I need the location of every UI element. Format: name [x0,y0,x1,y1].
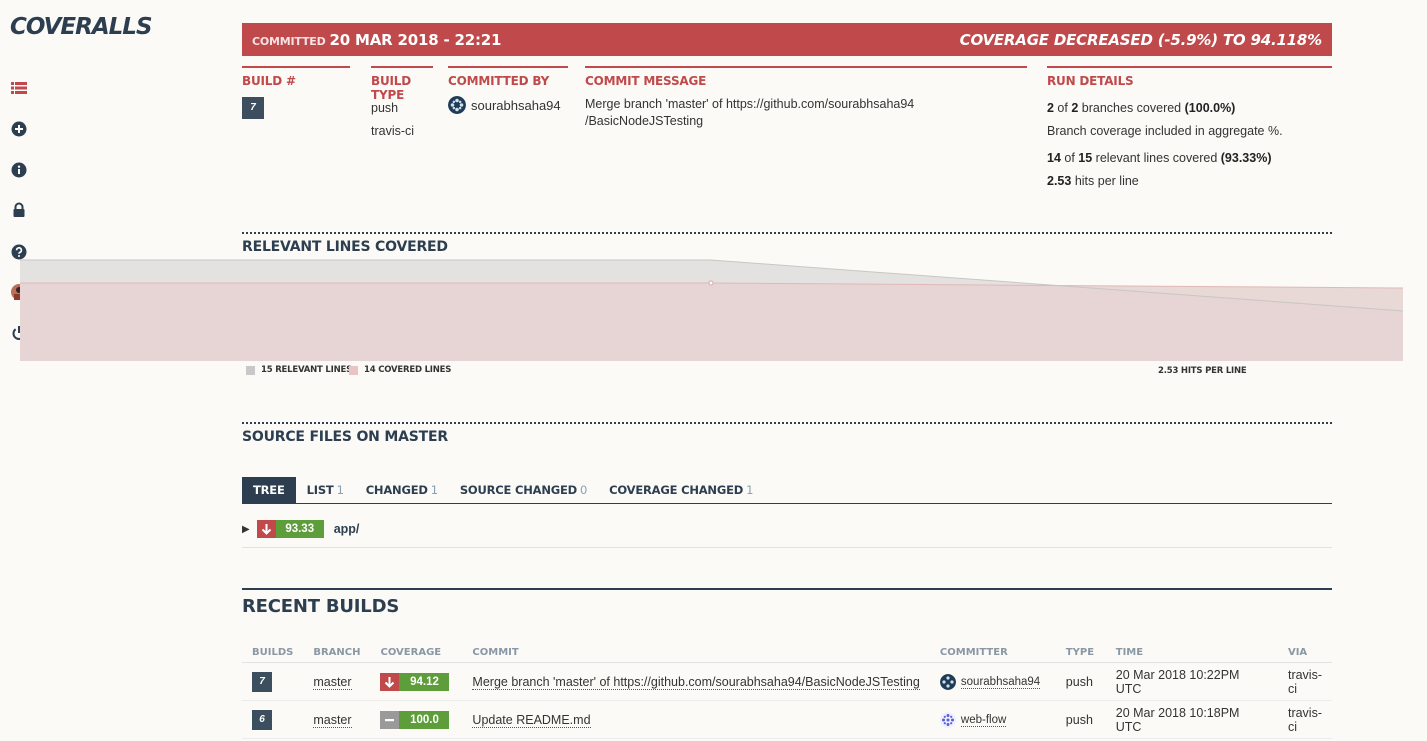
build-type: push [1055,700,1106,739]
tab-changed[interactable]: CHANGED 1 [355,477,449,503]
col-coverage: COVERAGE [370,642,463,663]
committer-name: web-flow [960,713,1007,727]
commit-date: COMMITTED 20 MAR 2018 - 22:21 [252,31,501,49]
coverage-badge: 93.33 [256,520,324,538]
committed-date-value: 20 MAR 2018 - 22:21 [329,30,502,49]
section-divider [242,232,1332,234]
table-header: BUILDS BRANCH COVERAGE COMMIT COMMITTER … [242,642,1332,663]
build-number: 7 [242,97,264,119]
col-via: VIA [1277,642,1332,663]
hits-per-line: 2.53 hits per line [1047,174,1139,188]
tab-coverage-changed[interactable]: COVERAGE CHANGED 1 [598,477,764,503]
section-divider [242,588,1332,590]
build-type: push [371,101,399,115]
committer-name: sourabhsaha94 [960,675,1041,689]
tab-tree[interactable]: TREE [242,477,296,503]
hits-per-line-label: 2.53 HITS PER LINE [1158,366,1247,376]
build-number-header: BUILD # [242,66,350,88]
minus-icon [380,710,400,729]
committer-link[interactable]: web-flow [939,711,1007,728]
committer-link[interactable]: sourabhsaha94 [939,673,1041,690]
tab-source-changed[interactable]: SOURCE CHANGED 0 [449,477,598,503]
committed-label: COMMITTED [252,34,326,48]
committer-avatar [448,96,466,114]
committer-avatar [939,711,956,728]
tree-row-app[interactable]: ▶ 93.33 app/ [242,511,1332,548]
build-status-banner: COMMITTED 20 MAR 2018 - 22:21 COVERAGE DE… [242,23,1332,56]
lock-icon[interactable] [10,201,28,219]
coverage-value: 93.33 [275,520,324,538]
chart-point [708,280,714,286]
source-files-tabs: TREE LIST 1 CHANGED 1 SOURCE CHANGED 0 COVE… [242,477,1332,504]
commit-message: Merge branch 'master' of https://github.… [585,96,914,130]
build-service: travis-ci [1277,662,1332,701]
committer-avatar [939,673,956,690]
tab-list[interactable]: LIST 1 [296,477,355,503]
col-branch: BRANCH [303,642,371,663]
build-time: 20 Mar 2018 10:18PM UTC [1105,700,1278,739]
build-type: push [1055,662,1106,701]
branch-link[interactable]: master [313,712,352,728]
plus-circle-icon[interactable] [10,120,28,138]
legend-relevant: 15 RELEVANT LINES [246,365,352,375]
committer-name: sourabhsaha94 [471,97,561,113]
recent-builds-table: BUILDS BRANCH COVERAGE COMMIT COMMITTER … [242,642,1332,739]
coverage-value: 100.0 [399,710,450,729]
col-commit: COMMIT [462,642,930,663]
coverage-area-chart [20,259,1403,361]
arrow-down-icon [380,672,400,691]
commit-message-header: COMMIT MESSAGE [585,66,1027,88]
committed-by-header: COMMITTED BY [448,66,568,88]
source-files-title: SOURCE FILES ON MASTER [242,429,448,445]
lines-covered: 14 of 15 relevant lines covered (93.33%) [1047,151,1272,165]
legend-relevant-swatch [246,365,255,375]
folder-name[interactable]: app/ [334,522,360,536]
commit-message-line2: /BasicNodeJSTesting [585,114,704,128]
build-number-badge[interactable]: 7 [242,97,264,119]
arrow-down-icon [256,520,276,538]
build-service: travis-ci [371,124,415,138]
coverage-status: COVERAGE DECREASED (-5.9%) TO 94.118% [959,30,1323,49]
section-divider [242,422,1332,424]
table-row: 7 master 94.12 Merge branch 'master' of … [242,662,1332,701]
covered-lines-area [20,283,1403,361]
legend-covered: 14 COVERED LINES [349,365,451,375]
col-builds: BUILDS [242,642,304,663]
commit-link[interactable]: Update README.md [472,712,591,728]
committer[interactable]: sourabhsaha94 [448,96,561,114]
recent-builds-title: RECENT BUILDS [242,596,400,617]
legend-covered-swatch [349,365,358,375]
branches-covered: 2 of 2 branches covered (100.0%) [1047,101,1236,115]
branch-link[interactable]: master [313,674,352,690]
col-type: TYPE [1055,642,1106,663]
info-circle-icon[interactable] [10,161,28,179]
build-number-link[interactable]: 7 [252,671,272,692]
run-details-header: RUN DETAILS [1047,66,1332,88]
build-type-header: BUILD TYPE [371,66,433,102]
commit-message-line1: Merge branch 'master' of https://github.… [585,97,915,111]
commit-link[interactable]: Merge branch 'master' of https://github.… [472,674,920,690]
relevant-lines-title: RELEVANT LINES COVERED [242,239,448,255]
col-time: TIME [1105,642,1278,663]
build-number-link[interactable]: 6 [252,709,272,730]
expand-triangle-icon[interactable]: ▶ [242,524,250,535]
coveralls-logo[interactable]: COVERALLS [10,14,153,40]
coverage-badge[interactable]: 94.12 [380,672,450,691]
table-row: 6 master 100.0 Update README.md web-flow… [242,700,1332,739]
build-time: 20 Mar 2018 10:22PM UTC [1105,662,1278,701]
col-committer: COMMITTER [929,642,1056,663]
build-service: travis-ci [1277,700,1332,739]
aggregate-note: Branch coverage included in aggregate %. [1047,124,1283,138]
coverage-badge[interactable]: 100.0 [380,710,450,729]
list-icon[interactable] [10,79,28,97]
coverage-value: 94.12 [399,672,450,691]
